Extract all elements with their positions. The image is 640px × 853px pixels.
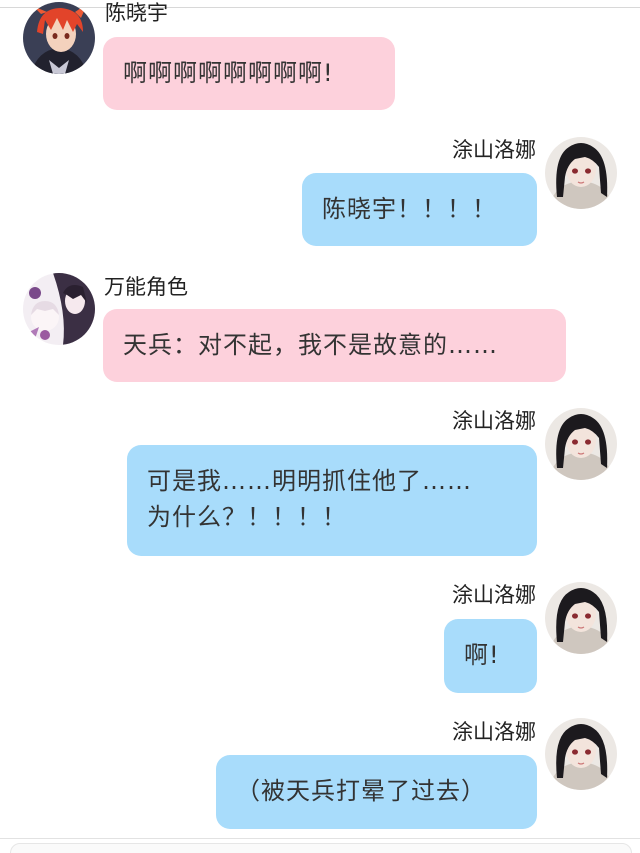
dark-hair-girl-avatar[interactable] [545,582,617,654]
message-bubble[interactable]: 啊! [444,619,537,693]
chat-screen: 陈晓宇 啊啊啊啊啊啊啊啊! 涂山洛娜 陈晓宇！！！！ 万能角色 天兵：对不起，我… [0,0,640,853]
sender-name: 涂山洛娜 [452,583,536,607]
sender-name: 涂山洛娜 [452,138,536,162]
input-bar [0,838,640,853]
message-line: 为什么？！！！！ [147,503,347,531]
dark-hair-girl-avatar[interactable] [545,718,617,790]
message-row: 涂山洛娜 （被天兵打晕了过去） [0,715,640,835]
message-line: 可是我……明明抓住他了…… [147,467,472,495]
message-bubble[interactable]: （被天兵打晕了过去） [216,755,537,829]
dark-hair-girl-avatar[interactable] [545,408,617,480]
message-row: 陈晓宇 啊啊啊啊啊啊啊啊! [0,0,640,115]
message-row: 涂山洛娜 可是我……明明抓住他了…… 为什么？！！！！ [0,405,640,560]
sender-name: 涂山洛娜 [452,720,536,744]
message-row: 涂山洛娜 陈晓宇！！！！ [0,135,640,250]
sender-name: 陈晓宇 [105,1,168,25]
message-bubble[interactable]: 天兵：对不起，我不是故意的…… [103,309,566,382]
message-row: 万能角色 天兵：对不起，我不是故意的…… [0,270,640,385]
message-row: 涂山洛娜 啊! [0,580,640,695]
sender-name: 涂山洛娜 [452,409,536,433]
message-bubble[interactable]: 陈晓宇！！！！ [302,173,537,246]
red-hair-boy-avatar[interactable] [23,2,95,74]
message-bubble[interactable]: 啊啊啊啊啊啊啊啊! [103,37,395,110]
message-input[interactable] [10,843,632,853]
sender-name: 万能角色 [104,275,188,299]
manga-characters-avatar[interactable] [23,273,95,345]
message-bubble[interactable]: 可是我……明明抓住他了…… 为什么？！！！！ [127,445,537,556]
dark-hair-girl-avatar[interactable] [545,137,617,209]
